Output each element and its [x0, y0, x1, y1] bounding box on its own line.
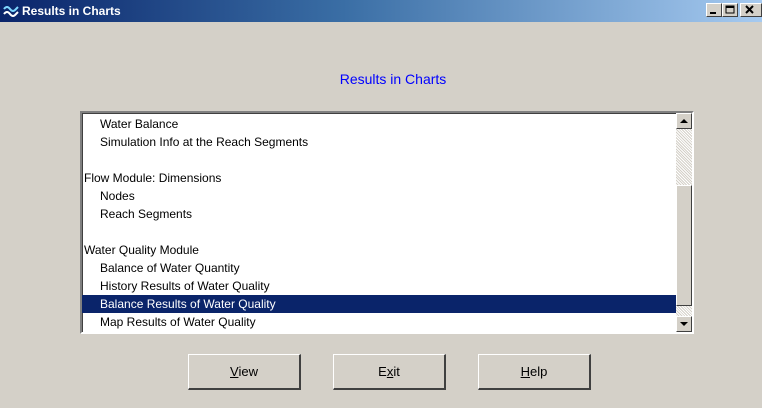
list-item-label: Nodes [100, 189, 135, 203]
title-bar[interactable]: Results in Charts [0, 0, 762, 22]
list-item[interactable]: Simulation Info at the Reach Segments [82, 133, 676, 151]
list-item-blank[interactable] [82, 223, 676, 241]
results-listbox[interactable]: Water Balance Simulation Info at the Reac… [80, 111, 694, 334]
exit-pre: E [378, 364, 387, 379]
list-item[interactable]: History Results of Water Quality [82, 277, 676, 295]
arrow-up-icon [680, 119, 688, 123]
arrow-down-icon [680, 322, 688, 326]
results-list: Water Balance Simulation Info at the Reac… [82, 113, 676, 332]
list-item-label: Water Balance [100, 117, 179, 131]
help-accel: H [520, 364, 531, 379]
scroll-up-button[interactable] [676, 113, 692, 129]
vertical-scrollbar[interactable] [676, 113, 692, 332]
exit-rest: it [393, 364, 400, 379]
minimize-icon [710, 12, 716, 14]
view-rest: iew [238, 364, 258, 379]
list-item[interactable]: Balance Results of Water Quality [82, 295, 676, 313]
list-item-label: History Results of Water Quality [100, 279, 270, 293]
maximize-button[interactable] [722, 3, 738, 17]
list-item-label: Water Quality Module [84, 243, 199, 257]
list-item-label: Balance of Water Quantity [100, 261, 240, 275]
list-item[interactable]: Water Quality Module [82, 241, 676, 259]
maximize-icon [725, 5, 735, 14]
list-item-label: Map Results of Water Quality [100, 315, 256, 329]
list-item-label: Flow Module: Dimensions [84, 171, 222, 185]
list-item[interactable]: Reach Segments [82, 205, 676, 223]
window-title: Results in Charts [22, 4, 121, 18]
help-button[interactable]: Help [478, 354, 591, 390]
view-button[interactable]: View [188, 354, 301, 390]
exit-button[interactable]: Exit [333, 354, 446, 390]
close-button[interactable] [740, 3, 762, 17]
minimize-button[interactable] [706, 3, 722, 17]
list-item[interactable]: Nodes [82, 187, 676, 205]
help-rest: elp [530, 364, 548, 379]
list-item[interactable]: Water Balance [82, 115, 676, 133]
scrollbar-thumb[interactable] [676, 185, 692, 307]
list-item-label: Reach Segments [100, 207, 193, 221]
list-item[interactable]: Balance of Water Quantity [82, 259, 676, 277]
list-item[interactable]: Map Results of Water Quality [82, 313, 676, 331]
list-item-label: Simulation Info at the Reach Segments [100, 135, 309, 149]
list-item-label: Balance Results of Water Quality [100, 297, 276, 311]
scroll-down-button[interactable] [676, 316, 692, 332]
page-title: Results in Charts [339, 71, 447, 87]
close-icon [745, 5, 754, 14]
water-chart-icon [3, 3, 19, 19]
list-item[interactable]: Flow Module: Dimensions [82, 169, 676, 187]
list-item-blank[interactable] [82, 151, 676, 169]
